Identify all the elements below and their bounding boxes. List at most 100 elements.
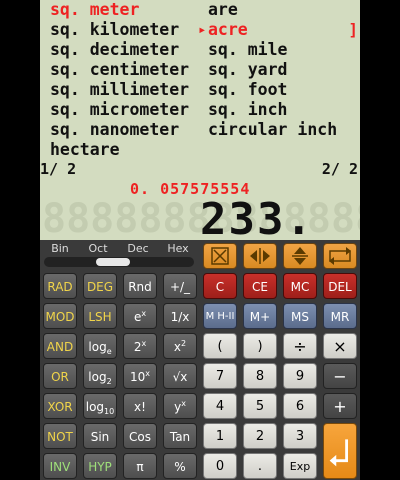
memory-recall-button[interactable]: MR	[323, 303, 357, 329]
swap-left-right-button[interactable]	[243, 243, 277, 269]
memory-clear-button[interactable]: MC	[283, 273, 317, 299]
e-power-x-button[interactable]: ex	[123, 303, 157, 329]
log-10-button[interactable]: log10	[83, 393, 117, 419]
factorial-button[interactable]: x!	[123, 393, 157, 419]
two-power-x-sup: x	[141, 339, 147, 348]
digit-3-button[interactable]: 3	[283, 423, 317, 449]
left-bezel	[0, 0, 40, 480]
display-value: 233.	[200, 198, 314, 240]
digit-5-button[interactable]: 5	[243, 393, 277, 419]
plus-button[interactable]: +	[323, 393, 357, 419]
unit-item-sq-foot[interactable]: sq. foot	[208, 80, 287, 100]
sqrt-button[interactable]: √x	[163, 363, 197, 389]
clear-display-button[interactable]	[203, 243, 237, 269]
unit-item-hectare[interactable]: hectare	[50, 140, 120, 160]
swap-arrows-icon	[329, 247, 351, 265]
rad-button[interactable]: RAD	[43, 273, 77, 299]
left-right-arrows-icon	[250, 248, 270, 264]
minus-button[interactable]: −	[323, 363, 357, 389]
reciprocal-button[interactable]: 1/x	[163, 303, 197, 329]
rnd-button[interactable]: Rnd	[123, 273, 157, 299]
unit-item-sq-yard[interactable]: sq. yard	[208, 60, 287, 80]
square-button[interactable]: x2	[163, 333, 197, 359]
unit-item-are[interactable]: are	[208, 0, 238, 20]
square-sup: 2	[181, 339, 187, 348]
pi-button[interactable]: π	[123, 453, 157, 479]
ten-power-x-button[interactable]: 10x	[123, 363, 157, 389]
unit-item-acre[interactable]: acre	[208, 20, 248, 40]
unit-item-sq-micrometer[interactable]: sq. micrometer	[50, 100, 189, 120]
swap-up-down-button[interactable]	[283, 243, 317, 269]
digit-0-button[interactable]: 0	[203, 453, 237, 479]
not-button[interactable]: NOT	[43, 423, 77, 449]
digit-4-button[interactable]: 4	[203, 393, 237, 419]
log-2-button[interactable]: log2	[83, 363, 117, 389]
mod-button[interactable]: MOD	[43, 303, 77, 329]
unit-list-display: sq. meter sq. kilometer sq. decimeter sq…	[40, 0, 360, 240]
unit-item-sq-centimeter[interactable]: sq. centimeter	[50, 60, 189, 80]
unit-item-sq-millimeter[interactable]: sq. millimeter	[50, 80, 189, 100]
unit-item-sq-decimeter[interactable]: sq. decimeter	[50, 40, 179, 60]
decimal-point-button[interactable]: .	[243, 453, 277, 479]
digit-9-button[interactable]: 9	[283, 363, 317, 389]
memory-store-button[interactable]: MS	[283, 303, 317, 329]
hyp-button[interactable]: HYP	[83, 453, 117, 479]
tab-dec[interactable]: Dec	[118, 242, 158, 255]
digit-7-button[interactable]: 7	[203, 363, 237, 389]
keypad: Bin Oct Dec Hex RAD DEG Rnd +/_ C CE MC …	[40, 240, 360, 480]
sin-button[interactable]: Sin	[83, 423, 117, 449]
memory-plus-button[interactable]: M+	[243, 303, 277, 329]
plus-minus-button[interactable]: +/_	[163, 273, 197, 299]
inv-button[interactable]: INV	[43, 453, 77, 479]
exp-button[interactable]: Exp	[283, 453, 317, 479]
page-indicator-left[interactable]: 1/ 2	[40, 160, 76, 178]
deg-button[interactable]: DEG	[83, 273, 117, 299]
digit-8-button[interactable]: 8	[243, 363, 277, 389]
lsh-button[interactable]: LSH	[83, 303, 117, 329]
log-2-sub: 2	[106, 377, 112, 386]
ten-power-x-sup: x	[145, 369, 150, 378]
divide-button[interactable]: ÷	[283, 333, 317, 359]
multiply-button[interactable]: ×	[323, 333, 357, 359]
clear-button[interactable]: C	[203, 273, 237, 299]
clear-entry-button[interactable]: CE	[243, 273, 277, 299]
swap-units-button[interactable]	[323, 243, 357, 269]
unit-item-circular-inch[interactable]: circular inch	[208, 120, 337, 140]
unit-item-sq-meter[interactable]: sq. meter	[50, 0, 139, 20]
page-indicator-right[interactable]: 2/ 2	[322, 160, 358, 178]
digit-2-button[interactable]: 2	[243, 423, 277, 449]
conversion-result: 0. 057575554	[130, 180, 251, 198]
digit-1-button[interactable]: 1	[203, 423, 237, 449]
unit-item-sq-mile[interactable]: sq. mile	[208, 40, 287, 60]
base-slider-thumb[interactable]	[96, 258, 130, 266]
xor-button[interactable]: XOR	[43, 393, 77, 419]
two-power-x-button[interactable]: 2x	[123, 333, 157, 359]
unit-item-sq-kilometer[interactable]: sq. kilometer	[50, 20, 179, 40]
e-power-x-sup: x	[141, 309, 147, 318]
percent-button[interactable]: %	[163, 453, 197, 479]
tab-hex[interactable]: Hex	[158, 242, 198, 255]
log-e-button[interactable]: loge	[83, 333, 117, 359]
memory-h-button[interactable]: M H-II	[203, 303, 237, 329]
unit-item-sq-nanometer[interactable]: sq. nanometer	[50, 120, 179, 140]
enter-button[interactable]	[323, 423, 357, 479]
unit-item-sq-inch[interactable]: sq. inch	[208, 100, 287, 120]
left-paren-button[interactable]: (	[203, 333, 237, 359]
log-e-sub: e	[106, 347, 112, 356]
square-x-icon	[211, 247, 229, 265]
cos-button[interactable]: Cos	[123, 423, 157, 449]
y-power-x-button[interactable]: yx	[163, 393, 197, 419]
and-button[interactable]: AND	[43, 333, 77, 359]
log-e-text: log	[88, 340, 107, 354]
tab-bin[interactable]: Bin	[40, 242, 80, 255]
tan-button[interactable]: Tan	[163, 423, 197, 449]
or-button[interactable]: OR	[43, 363, 77, 389]
delete-button[interactable]: DEL	[323, 273, 357, 299]
number-base-selector[interactable]: Bin Oct Dec Hex	[40, 240, 200, 268]
log-10-sub: 10	[104, 407, 115, 416]
tab-oct[interactable]: Oct	[78, 242, 118, 255]
digit-6-button[interactable]: 6	[283, 393, 317, 419]
right-bezel	[360, 0, 400, 480]
square-base: x	[173, 340, 181, 354]
right-paren-button[interactable]: )	[243, 333, 277, 359]
